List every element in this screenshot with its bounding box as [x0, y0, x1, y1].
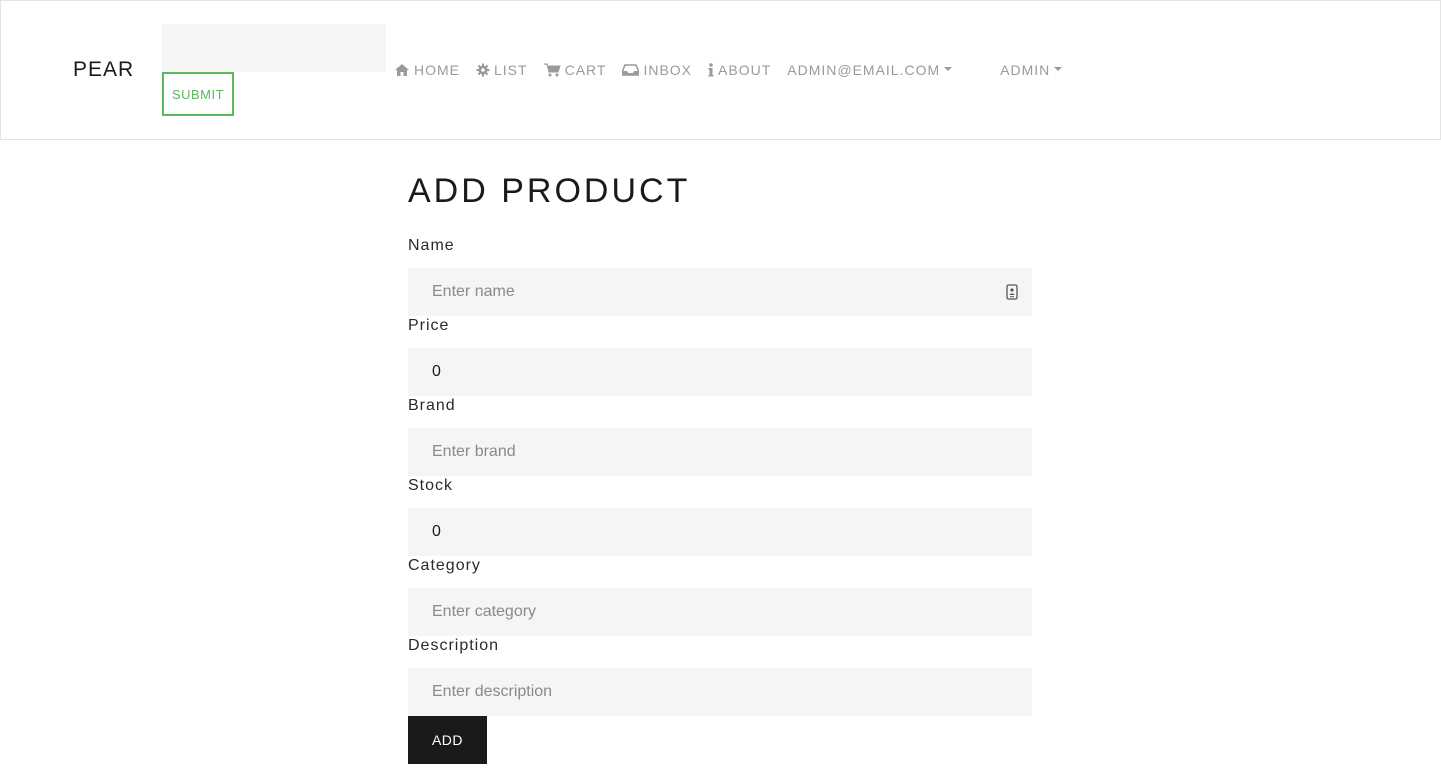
caret-down-icon: [1054, 67, 1063, 71]
nav-links: HOME LIST CART INBOX ABOUT ADMIN@EMAIL.C…: [394, 61, 1078, 79]
nav-about-label: ABOUT: [718, 62, 772, 78]
nav-list-label: LIST: [494, 62, 528, 78]
nav-account-dropdown[interactable]: ADMIN@EMAIL.COM: [787, 62, 953, 78]
brand-logo[interactable]: PEAR: [73, 58, 134, 82]
description-input[interactable]: [408, 668, 1032, 716]
brand-input[interactable]: [408, 428, 1032, 476]
inbox-icon: [622, 64, 640, 76]
nav-inbox-label: INBOX: [643, 62, 693, 78]
name-label: Name: [408, 237, 455, 254]
name-group: Name: [408, 236, 1032, 316]
add-product-form: ADD PRODUCT Name Price Brand Stock Categ…: [408, 168, 1032, 764]
nav-inbox[interactable]: INBOX: [622, 62, 692, 78]
nav-admin-dropdown[interactable]: ADMIN: [1000, 62, 1063, 78]
name-input[interactable]: [408, 268, 1032, 316]
brand-label: Brand: [408, 397, 456, 414]
nav-home[interactable]: HOME: [394, 62, 460, 78]
category-label: Category: [408, 557, 481, 574]
gear-icon: [476, 63, 490, 77]
caret-down-icon: [944, 67, 953, 71]
add-button[interactable]: ADD: [408, 716, 487, 764]
price-label: Price: [408, 317, 450, 334]
nav-list[interactable]: LIST: [476, 62, 528, 78]
nav-admin-label: ADMIN: [1000, 62, 1051, 78]
page-title: ADD PRODUCT: [408, 172, 691, 210]
nav-cart-label: CART: [564, 62, 607, 78]
info-icon: [708, 63, 714, 77]
navbar: PEAR SUBMIT HOME LIST CART INBOX ABOUT A…: [0, 0, 1441, 140]
price-input[interactable]: [408, 348, 1032, 396]
stock-label: Stock: [408, 477, 454, 494]
description-label: Description: [408, 637, 500, 654]
nav-about[interactable]: ABOUT: [708, 62, 771, 78]
category-group: Category: [408, 556, 1032, 636]
nav-home-label: HOME: [414, 62, 460, 78]
stock-input[interactable]: [408, 508, 1032, 556]
submit-button[interactable]: SUBMIT: [162, 72, 234, 116]
nav-cart[interactable]: CART: [543, 62, 607, 78]
category-input[interactable]: [408, 588, 1032, 636]
nav-account-label: ADMIN@EMAIL.COM: [787, 62, 941, 78]
cart-icon: [543, 63, 561, 77]
description-group: Description: [408, 636, 1032, 716]
contact-card-icon[interactable]: [1006, 284, 1018, 300]
home-icon: [395, 64, 409, 76]
search-input[interactable]: [162, 24, 386, 72]
stock-group: Stock: [408, 476, 1032, 556]
price-group: Price: [408, 316, 1032, 396]
brand-group: Brand: [408, 396, 1032, 476]
